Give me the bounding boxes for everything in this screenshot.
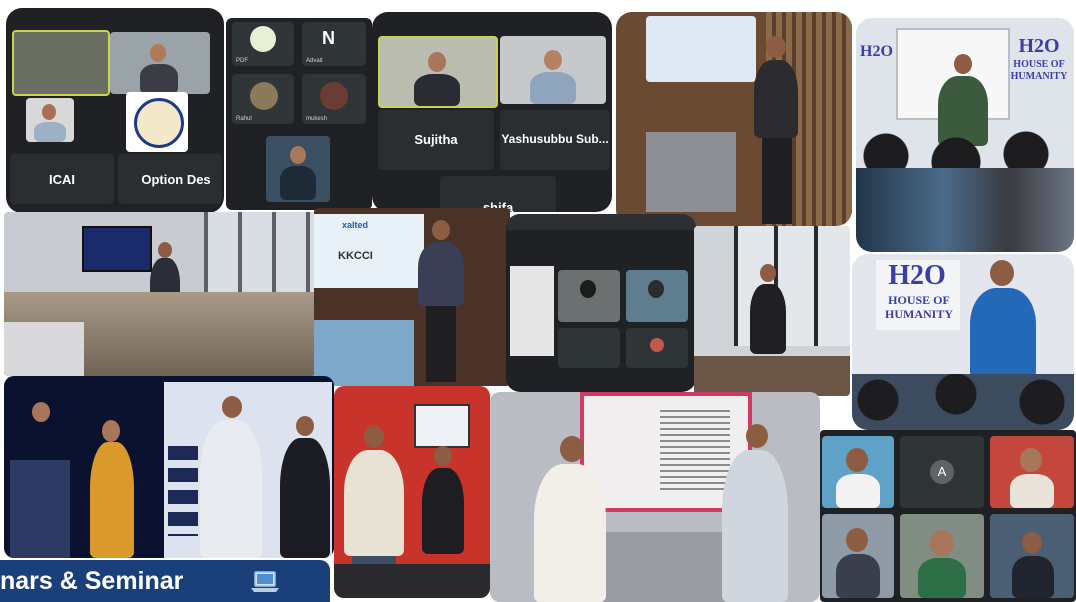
grid-tile-1 (822, 436, 894, 508)
kkcci-slide: xalted KKCCI (314, 214, 424, 288)
video-tile-option: Option Des (118, 154, 222, 204)
participant-name-icai: ICAI (49, 172, 75, 187)
video-tile-icai: ICAI (10, 154, 114, 204)
video-tile-yashusubbu: Yashusubbu Sub... (500, 110, 610, 170)
wall-screen (414, 404, 470, 448)
reception-desk (314, 320, 414, 386)
meet-tile-3 (558, 328, 620, 368)
participant-tile-2: N Advait (302, 22, 366, 66)
video-tile-shifa: shifa (440, 176, 556, 212)
photo-kkcci-presenter: xalted KKCCI (314, 208, 510, 386)
humanity-label-2: HUMANITY (885, 307, 953, 321)
house-of-label: HOUSE OF (1013, 59, 1065, 70)
photo-presenter-screen (616, 12, 852, 226)
video-tile-group (12, 30, 110, 96)
kkcci-label: KKCCI (338, 250, 373, 262)
video-tile-speaker (110, 32, 210, 94)
photo-house-of-humanity-2: H2O HOUSE OF HUMANITY (852, 254, 1074, 430)
seminar-banner: nars & Seminar (0, 560, 330, 602)
banner-title: nars & Seminar (0, 567, 184, 595)
video-tile-host (378, 36, 498, 108)
humanity-label: HUMANITY (1010, 71, 1068, 82)
photo-office-presenter (694, 226, 850, 396)
participant-label-3: Rahul (236, 116, 252, 122)
h2o-logo-left: H2O (860, 43, 893, 60)
participant-tile-5 (266, 136, 330, 202)
h2o-logo: H2O (888, 260, 946, 291)
icai-logo-tile (126, 92, 188, 152)
photo-online-meeting-1: ICAI Option Des (6, 8, 224, 213)
avatar: A (930, 460, 954, 484)
podium (10, 460, 70, 558)
counter-desk (646, 132, 736, 212)
photo-online-meeting-4: A (820, 430, 1076, 602)
grid-tile-2: A (900, 436, 984, 508)
photo-seminar-room (4, 212, 316, 376)
photo-interview (334, 386, 490, 598)
video-tile-sujitha: Sujitha (378, 110, 494, 170)
photo-online-meeting-3: Sujitha Yashusubbu Sub... shifa (372, 12, 612, 212)
audience-2 (852, 374, 1074, 430)
grid-tile-6 (990, 514, 1074, 598)
participant-tile-1: PDF (232, 22, 294, 66)
photo-article-display (490, 392, 820, 602)
photo-laptop-meeting (506, 214, 696, 392)
participant-label-1: PDF (236, 58, 248, 64)
participant-tile-3: Rahul (232, 74, 294, 124)
xalted-brand: xalted (342, 220, 369, 230)
photo-stage-event (4, 376, 334, 558)
meet-tile-1 (558, 270, 620, 322)
grid-tile-3 (990, 436, 1074, 508)
photo-house-of-humanity-1: H2O H2O HOUSE OF HUMANITY (856, 18, 1074, 252)
h2o-logo-right: H2O (1018, 35, 1060, 57)
meet-tile-4 (626, 328, 688, 368)
video-tile-guest (500, 36, 606, 104)
house-of-label-2: HOUSE OF (888, 293, 950, 307)
browser-tabs (506, 214, 696, 230)
presentation-screen (646, 16, 756, 82)
grid-tile-4 (822, 514, 894, 598)
laptop-icon (250, 570, 280, 594)
tv-screen (82, 226, 152, 272)
office-desk (694, 356, 850, 396)
meet-tile-2 (626, 270, 688, 322)
sidebar-panel (510, 266, 554, 356)
participant-label-4: mukesh (306, 116, 328, 122)
video-tile-attendee (26, 98, 74, 142)
grid-tile-5 (900, 514, 984, 598)
participant-name-yashusubbu: Yashusubbu Sub... (501, 132, 609, 146)
participant-tile-4: mukesh (302, 74, 366, 124)
photo-online-meeting-2: PDF N Advait Rahul mukesh (226, 18, 372, 210)
participant-name-option: Option Des (141, 172, 211, 187)
participant-label-2: Advait (306, 58, 323, 64)
participant-name-sujitha: Sujitha (414, 132, 458, 147)
